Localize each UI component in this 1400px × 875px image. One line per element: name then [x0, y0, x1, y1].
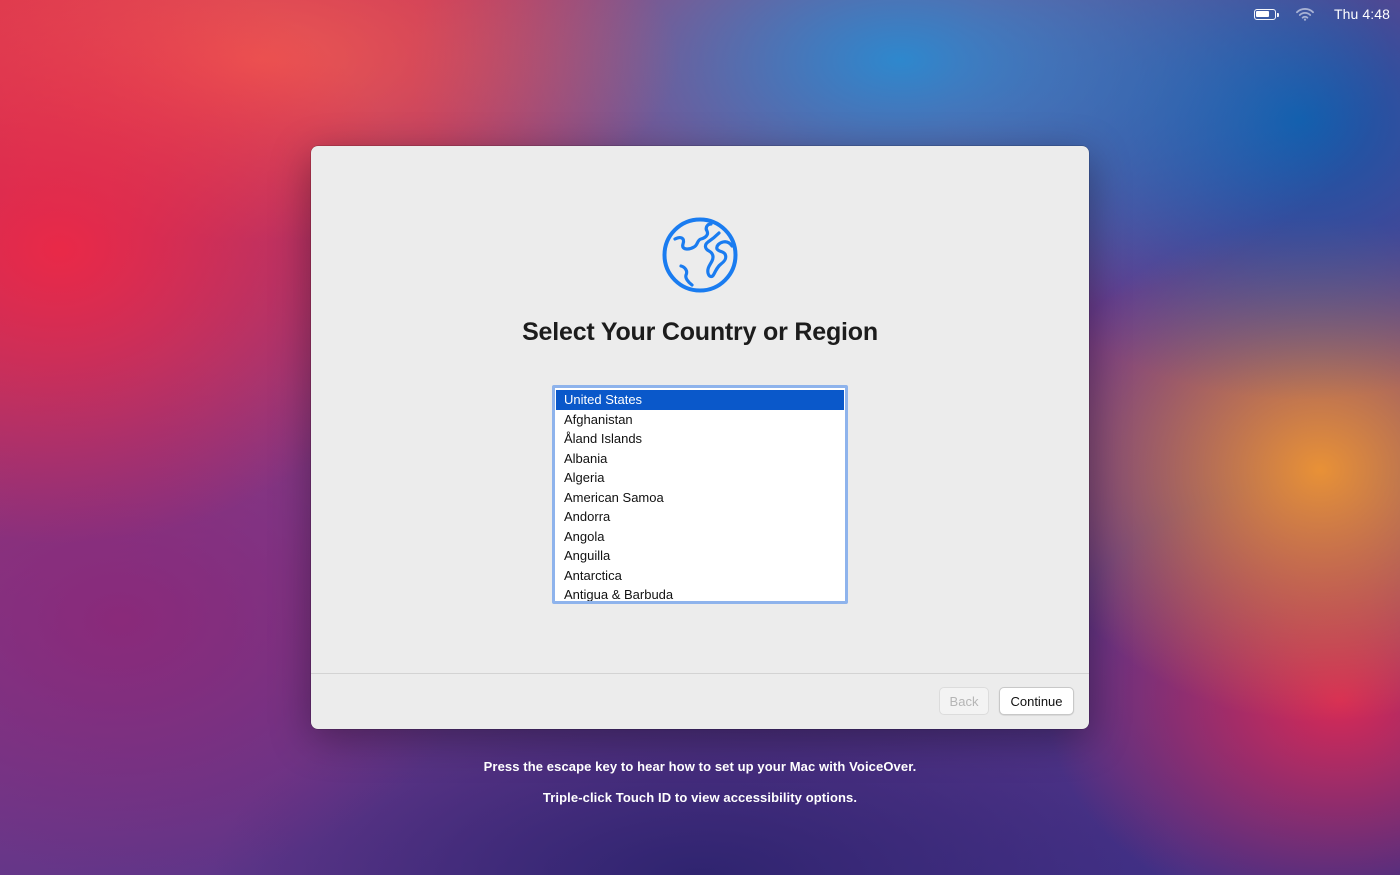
setup-assistant-window: Select Your Country or Region United Sta… [311, 146, 1089, 729]
country-list-item[interactable]: Andorra [556, 507, 844, 527]
page-title: Select Your Country or Region [522, 318, 878, 346]
menu-bar-clock[interactable]: Thu 4:48 [1334, 6, 1390, 22]
country-list-item[interactable]: United States [556, 390, 844, 410]
country-list-item[interactable]: Albania [556, 449, 844, 469]
country-list-item[interactable]: Antarctica [556, 566, 844, 586]
desktop: Thu 4:48 Select Your Country or Region U… [0, 0, 1400, 875]
country-list-item[interactable]: Antigua & Barbuda [556, 585, 844, 601]
country-list[interactable]: United States Afghanistan Åland Islands Alb… [552, 385, 848, 604]
country-list-item[interactable]: Åland Islands [556, 429, 844, 449]
battery-icon[interactable] [1253, 8, 1279, 20]
country-list-item[interactable]: Algeria [556, 468, 844, 488]
battery-fill [1256, 11, 1270, 17]
country-list-rows: United States Afghanistan Åland Islands Alb… [555, 388, 845, 601]
footer-divider [311, 673, 1089, 674]
country-list-item[interactable]: Afghanistan [556, 410, 844, 430]
country-list-item[interactable]: Angola [556, 527, 844, 547]
accessibility-hint: Triple-click Touch ID to view accessibil… [542, 790, 858, 805]
globe-icon [662, 217, 738, 293]
continue-button[interactable]: Continue [999, 687, 1074, 715]
country-list-item[interactable]: Anguilla [556, 546, 844, 566]
wifi-icon[interactable] [1296, 7, 1314, 21]
voiceover-hint: Press the escape key to hear how to set … [483, 759, 917, 774]
country-list-item[interactable]: American Samoa [556, 488, 844, 508]
menu-bar: Thu 4:48 [1253, 0, 1400, 28]
back-button[interactable]: Back [939, 687, 989, 715]
